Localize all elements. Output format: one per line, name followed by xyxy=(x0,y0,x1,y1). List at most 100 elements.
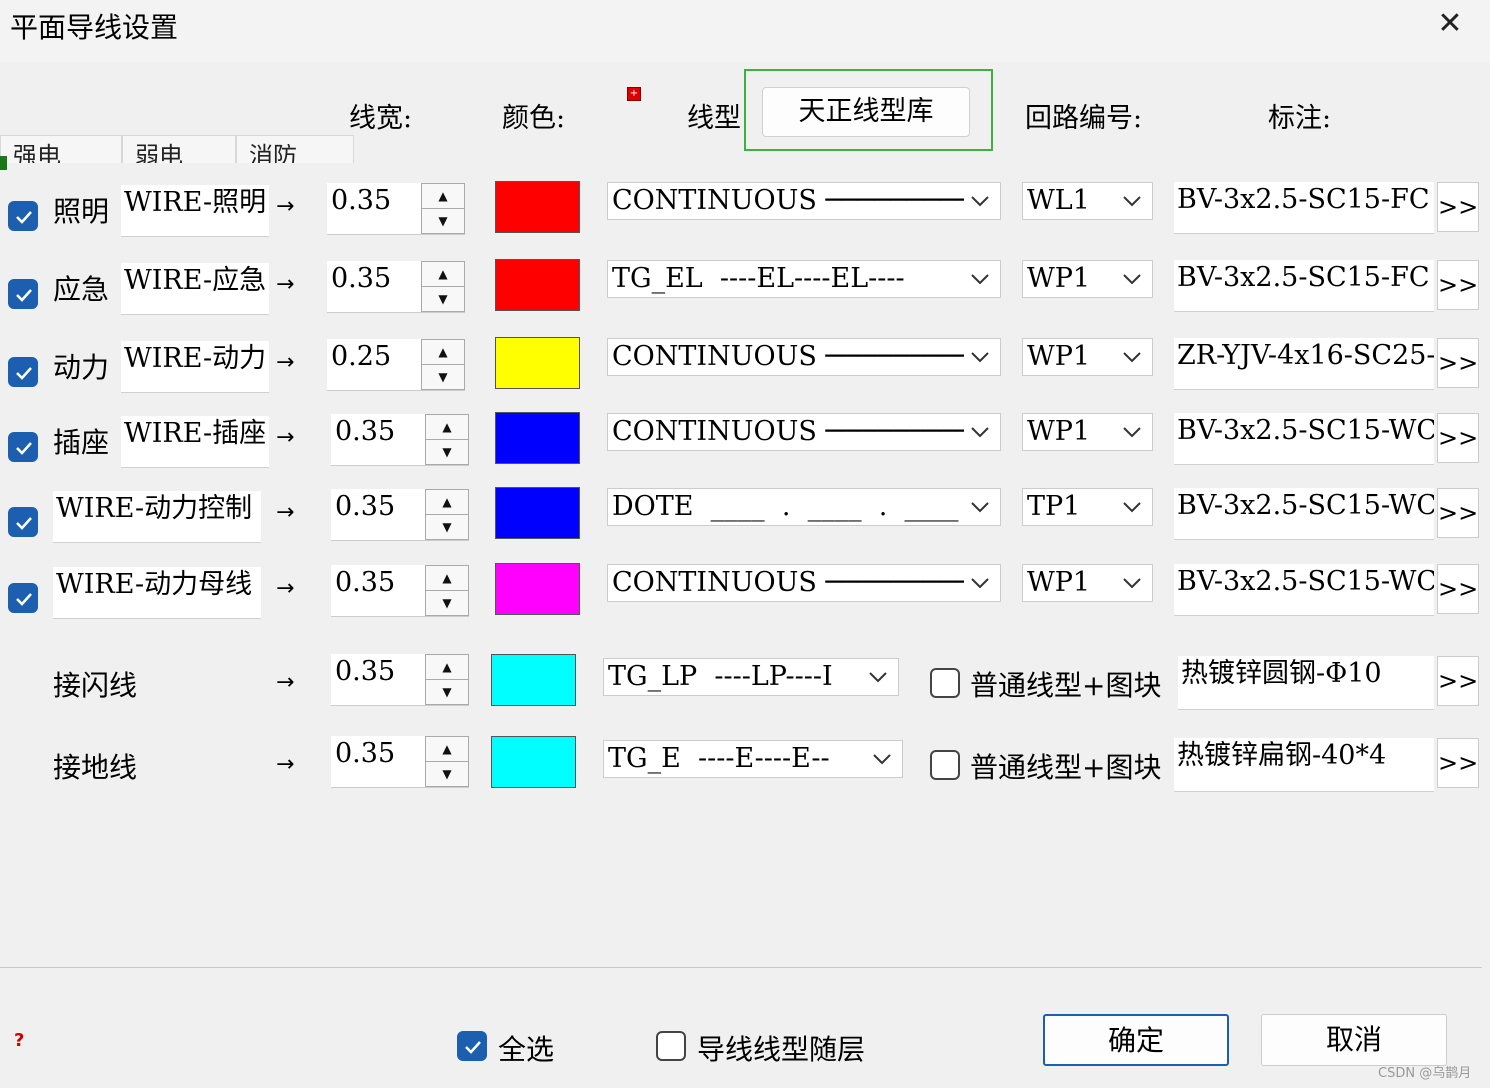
chevron-down-icon xyxy=(970,424,990,438)
chevron-down-icon xyxy=(970,349,990,363)
circuit-dropdown[interactable]: WP1 xyxy=(1022,260,1153,298)
spin-down-icon[interactable]: ▼ xyxy=(422,365,464,390)
spin-down-icon[interactable]: ▼ xyxy=(422,287,464,312)
line-width-spinner[interactable]: 0.35 ▲ ▼ xyxy=(331,736,469,788)
annotation-input[interactable]: BV-3x2.5-SC15-WC xyxy=(1174,488,1434,540)
color-swatch[interactable] xyxy=(495,487,580,539)
follow-layer-checkbox[interactable] xyxy=(656,1031,686,1061)
more-button[interactable]: >> xyxy=(1437,338,1479,388)
separator xyxy=(0,967,1482,968)
linetype-dropdown[interactable]: TG_EL ----EL----EL---- xyxy=(607,260,1001,298)
more-button[interactable]: >> xyxy=(1437,488,1479,538)
annotation-input[interactable]: BV-3x2.5-SC15-FC xyxy=(1174,182,1434,234)
more-button[interactable]: >> xyxy=(1437,564,1479,614)
spin-up-icon[interactable]: ▲ xyxy=(426,415,468,440)
more-button[interactable]: >> xyxy=(1437,260,1479,310)
linetype-block-checkbox[interactable] xyxy=(930,750,960,780)
tab-fire[interactable]: 消防 xyxy=(236,135,354,163)
select-all-checkbox[interactable] xyxy=(457,1031,487,1061)
line-width-spinner[interactable]: 0.35 ▲ ▼ xyxy=(327,183,465,235)
line-width-spinner[interactable]: 0.35 ▲ ▼ xyxy=(331,489,469,541)
tab-strong[interactable]: 强电 xyxy=(0,135,122,163)
linetype-dropdown[interactable]: DOTE ____ . ____ . ____ xyxy=(607,488,1001,526)
layer-icon[interactable]: + xyxy=(627,87,641,101)
circuit-dropdown[interactable]: WP1 xyxy=(1022,564,1153,602)
layer-name-input[interactable]: WIRE-插座 xyxy=(121,416,269,468)
circuit-dropdown[interactable]: WP1 xyxy=(1022,338,1153,376)
row-enable-checkbox[interactable] xyxy=(8,201,38,231)
row-enable-checkbox[interactable] xyxy=(8,279,38,309)
annotation-input[interactable]: ZR-YJV-4x16-SC25- xyxy=(1174,338,1434,390)
chevron-down-icon xyxy=(970,575,990,589)
spin-down-icon[interactable]: ▼ xyxy=(426,680,468,705)
linetype-dropdown[interactable]: CONTINUOUS ─────────── xyxy=(607,413,1001,451)
layer-name-input[interactable]: WIRE-应急 xyxy=(121,263,269,315)
color-swatch[interactable] xyxy=(495,412,580,464)
spin-up-icon[interactable]: ▲ xyxy=(422,184,464,209)
chevron-down-icon xyxy=(1122,499,1142,513)
line-width-spinner[interactable]: 0.35 ▲ ▼ xyxy=(327,261,465,313)
annotation-input[interactable]: BV-3x2.5-SC15-WC xyxy=(1174,564,1434,616)
linetype-dropdown[interactable]: CONTINUOUS ─────────── xyxy=(607,182,1001,220)
color-swatch[interactable] xyxy=(495,259,580,311)
row-enable-checkbox[interactable] xyxy=(8,357,38,387)
linetype-library-button[interactable]: 天正线型库 xyxy=(762,87,970,137)
chevron-down-icon xyxy=(1122,575,1142,589)
row-enable-checkbox[interactable] xyxy=(8,432,38,462)
linetype-dropdown[interactable]: TG_E ----E----E-- xyxy=(603,740,903,778)
layer-name-input[interactable]: WIRE-照明 xyxy=(121,185,269,237)
more-button[interactable]: >> xyxy=(1437,738,1479,788)
spin-down-icon[interactable]: ▼ xyxy=(426,440,468,465)
spin-down-icon[interactable]: ▼ xyxy=(426,591,468,616)
spin-up-icon[interactable]: ▲ xyxy=(426,566,468,591)
ok-button[interactable]: 确定 xyxy=(1043,1014,1229,1066)
linetype-dropdown[interactable]: CONTINUOUS ─────────── xyxy=(607,564,1001,602)
linetype-dropdown[interactable]: CONTINUOUS ─────────── xyxy=(607,338,1001,376)
color-swatch[interactable] xyxy=(495,563,580,615)
help-icon[interactable]: ? xyxy=(14,1030,24,1051)
linetype-dropdown[interactable]: TG_LP ----LP----I xyxy=(603,658,899,696)
linetype-value: CONTINUOUS ─────────── xyxy=(612,416,964,447)
circuit-dropdown[interactable]: TP1 xyxy=(1022,488,1153,526)
row-name-label: 插座 xyxy=(53,426,110,459)
annotation-input[interactable]: BV-3x2.5-SC15-WC xyxy=(1174,413,1434,465)
layer-name-input[interactable]: WIRE-动力控制 xyxy=(53,491,261,543)
annotation-input[interactable]: 热镀锌扁钢-40*4 xyxy=(1174,738,1434,792)
circuit-dropdown[interactable]: WP1 xyxy=(1022,413,1153,451)
spin-up-icon[interactable]: ▲ xyxy=(422,262,464,287)
row-enable-checkbox[interactable] xyxy=(8,583,38,613)
circuit-dropdown[interactable]: WL1 xyxy=(1022,182,1153,220)
chevron-down-icon xyxy=(872,751,892,765)
color-swatch[interactable] xyxy=(495,181,580,233)
line-width-spinner[interactable]: 0.35 ▲ ▼ xyxy=(331,565,469,617)
layer-name-input[interactable]: WIRE-动力母线 xyxy=(53,567,261,619)
color-swatch[interactable] xyxy=(491,654,576,706)
cancel-button[interactable]: 取消 xyxy=(1261,1014,1447,1066)
line-width-spinner[interactable]: 0.35 ▲ ▼ xyxy=(331,414,469,466)
spin-down-icon[interactable]: ▼ xyxy=(426,515,468,540)
arrow-icon: → xyxy=(276,350,295,375)
more-button[interactable]: >> xyxy=(1437,413,1479,463)
line-width-spinner[interactable]: 0.25 ▲ ▼ xyxy=(327,339,465,391)
more-button[interactable]: >> xyxy=(1437,182,1479,232)
more-button[interactable]: >> xyxy=(1437,656,1479,706)
spin-up-icon[interactable]: ▲ xyxy=(422,340,464,365)
dialog-title: 平面导线设置 xyxy=(10,11,179,44)
spinner-buttons: ▲ ▼ xyxy=(425,736,469,787)
color-swatch[interactable] xyxy=(495,337,580,389)
linetype-block-checkbox[interactable] xyxy=(930,668,960,698)
spin-down-icon[interactable]: ▼ xyxy=(422,209,464,234)
line-width-spinner[interactable]: 0.35 ▲ ▼ xyxy=(331,654,469,706)
spin-up-icon[interactable]: ▲ xyxy=(426,490,468,515)
spin-down-icon[interactable]: ▼ xyxy=(426,762,468,787)
row-enable-checkbox[interactable] xyxy=(8,507,38,537)
follow-layer-label: 导线线型随层 xyxy=(697,1033,866,1066)
annotation-input[interactable]: BV-3x2.5-SC15-FC xyxy=(1174,260,1434,312)
annotation-input[interactable]: 热镀锌圆钢-Φ10 xyxy=(1178,656,1434,710)
layer-name-input[interactable]: WIRE-动力 xyxy=(121,341,269,393)
close-icon[interactable]: ✕ xyxy=(1432,4,1468,44)
spin-up-icon[interactable]: ▲ xyxy=(426,655,468,680)
color-swatch[interactable] xyxy=(491,736,576,788)
tab-weak[interactable]: 弱电 xyxy=(122,135,236,163)
spin-up-icon[interactable]: ▲ xyxy=(426,737,468,762)
